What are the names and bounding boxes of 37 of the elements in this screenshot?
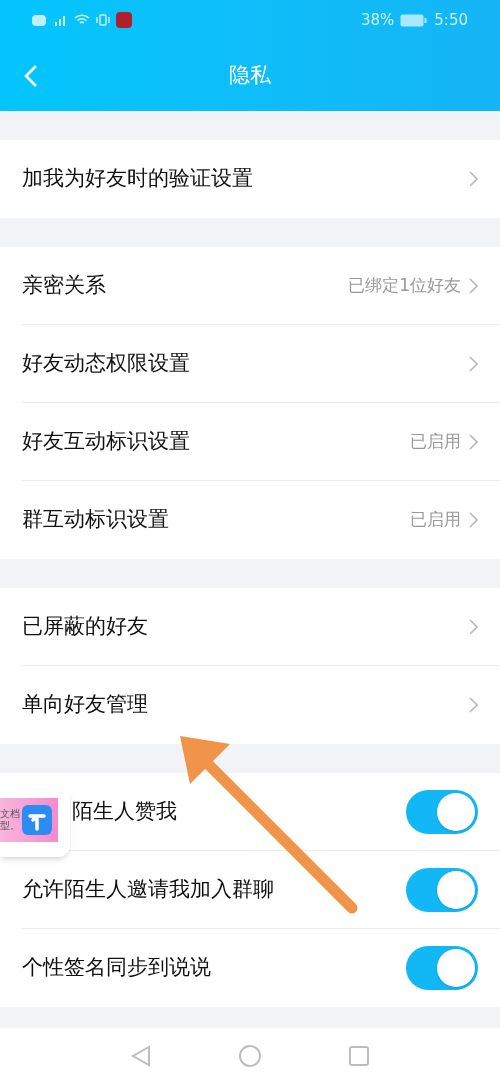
recents-nav-icon[interactable] [349,1046,369,1066]
toggle-switch[interactable] [406,946,478,990]
chevron-right-icon [469,697,478,713]
setting-label: 已屏蔽的好友 [22,613,148,641]
chevron-right-icon [469,278,478,294]
setting-label: 个性签名同步到说说 [22,954,211,982]
page-title: 隐私 [229,61,271,89]
chevron-right-icon [469,356,478,372]
setting-value: 已启用 [410,430,461,454]
chevron-right-icon [469,512,478,528]
widget-text: 型。 [0,820,20,832]
setting-value: 已绑定1位好友 [348,274,461,298]
home-nav-icon[interactable] [239,1045,261,1067]
setting-label: 允许陌生人邀请我加入群聊 [22,876,274,904]
wifi-icon [74,14,90,26]
chevron-right-icon [469,619,478,635]
setting-label: 陌生人赞我 [72,798,177,826]
setting-label: 群互动标识设置 [22,506,169,534]
widget-text: 文档 [0,808,20,820]
clock: 5:50 [434,9,468,31]
chevron-right-icon [469,171,478,187]
app-icon [22,805,52,835]
floating-widget[interactable]: 文档 型。 [0,783,70,857]
setting-label: 加我为好友时的验证设置 [22,165,253,193]
toggle-switch[interactable] [406,790,478,834]
back-icon[interactable] [24,63,38,88]
chevron-right-icon [469,434,478,450]
back-nav-icon[interactable] [131,1045,151,1067]
battery-percent: 38% [360,9,395,31]
vibrate-icon [95,14,111,26]
setting-label: 好友互动标识设置 [22,428,190,456]
toggle-switch[interactable] [406,868,478,912]
setting-label: 单向好友管理 [22,691,148,719]
setting-label: 亲密关系 [22,272,106,300]
battery-icon [400,13,429,27]
setting-value: 已启用 [410,508,461,532]
setting-label: 好友动态权限设置 [22,350,190,378]
